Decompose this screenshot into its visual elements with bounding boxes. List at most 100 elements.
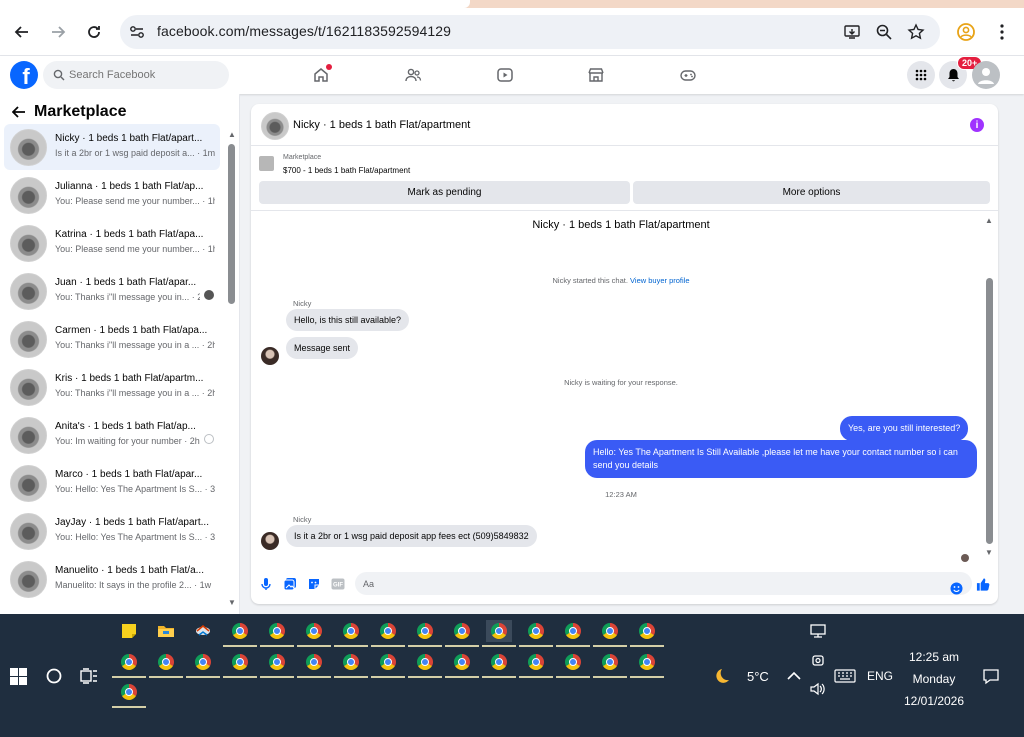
nav-friends[interactable]	[399, 62, 427, 88]
listing-thumbnail[interactable]	[259, 156, 274, 171]
bookmark-star-icon[interactable]	[906, 22, 926, 42]
emoji-icon[interactable]	[949, 581, 963, 595]
sticker-icon[interactable]	[307, 577, 321, 591]
chrome-window-icon[interactable]	[297, 620, 331, 647]
forward-button[interactable]	[44, 18, 72, 46]
chrome-window-icon[interactable]	[519, 651, 553, 678]
back-button[interactable]	[8, 18, 36, 46]
chrome-window-icon[interactable]	[334, 620, 368, 647]
input-language[interactable]: ENG	[867, 669, 893, 683]
notifications-center-icon[interactable]	[978, 665, 1004, 687]
menu-button[interactable]	[907, 61, 935, 89]
active-tab[interactable]	[0, 0, 470, 8]
chrome-window-icon[interactable]	[334, 651, 368, 678]
chrome-window-icon[interactable]	[260, 651, 294, 678]
conversation-item[interactable]: Julianna · 1 beds 1 bath Flat/ap... You:…	[4, 172, 220, 218]
search-input[interactable]	[69, 69, 219, 81]
scroll-up-icon[interactable]: ▲	[985, 216, 993, 225]
install-app-icon[interactable]	[842, 22, 862, 42]
chrome-window-icon[interactable]	[371, 620, 405, 647]
chrome-window-icon[interactable]	[112, 681, 146, 708]
zoom-icon[interactable]	[874, 22, 894, 42]
chrome-window-icon[interactable]	[186, 651, 220, 678]
account-avatar[interactable]	[972, 61, 1000, 89]
conversation-item[interactable]: JayJay · 1 beds 1 bath Flat/apart... You…	[4, 508, 220, 554]
view-buyer-profile-link[interactable]: View buyer profile	[630, 276, 689, 285]
incoming-message[interactable]: Is it a 2br or 1 wsg paid deposit app fe…	[286, 525, 537, 547]
nav-video[interactable]	[491, 62, 519, 88]
chrome-window-icon[interactable]	[371, 651, 405, 678]
chrome-window-icon[interactable]	[630, 651, 664, 678]
browser-menu-button[interactable]	[988, 18, 1016, 46]
facebook-logo-icon[interactable]: f	[10, 61, 38, 89]
chrome-window-icon[interactable]	[519, 620, 553, 647]
weather-temperature[interactable]: 5°C	[747, 669, 769, 684]
scroll-up-icon[interactable]: ▲	[228, 130, 236, 139]
chrome-window-icon[interactable]	[223, 620, 257, 647]
chrome-window-icon[interactable]	[408, 651, 442, 678]
chat-scrollbar[interactable]	[986, 278, 993, 544]
outgoing-message[interactable]: Yes, are you still interested?	[840, 416, 969, 441]
weather-moon-icon[interactable]	[712, 665, 738, 687]
search-button[interactable]	[41, 665, 67, 687]
mark-pending-button[interactable]: Mark as pending	[259, 181, 630, 204]
chrome-window-icon[interactable]	[445, 620, 479, 647]
sender-avatar[interactable]	[261, 347, 279, 365]
scroll-down-icon[interactable]: ▼	[228, 598, 236, 607]
chat-avatar[interactable]	[261, 112, 289, 140]
microphone-icon[interactable]	[259, 577, 273, 591]
nav-gaming[interactable]	[674, 62, 702, 88]
sender-avatar[interactable]	[261, 532, 279, 550]
gif-icon[interactable]: GIF	[331, 577, 345, 591]
chrome-window-icon[interactable]	[445, 651, 479, 678]
conversation-scrollbar[interactable]	[228, 144, 235, 304]
reload-button[interactable]	[80, 18, 108, 46]
facebook-search[interactable]	[43, 61, 229, 89]
meet-now-camera-icon[interactable]	[805, 649, 831, 671]
chrome-window-icon[interactable]	[297, 651, 331, 678]
network-app-icon[interactable]	[190, 620, 216, 642]
volume-icon[interactable]	[805, 678, 831, 700]
taskbar-clock[interactable]: 12:25 am Monday 12/01/2026	[898, 646, 970, 712]
conversation-item[interactable]: Anita's · 1 beds 1 bath Flat/ap... You: …	[4, 412, 220, 458]
touch-keyboard-icon[interactable]	[832, 665, 858, 687]
chrome-window-icon-active[interactable]	[482, 620, 516, 647]
conversation-item[interactable]: Manuelito · 1 beds 1 bath Flat/a... Manu…	[4, 556, 220, 602]
conversation-item[interactable]: Nicky · 1 beds 1 bath Flat/apart... Is i…	[4, 124, 220, 170]
network-monitor-icon[interactable]	[805, 620, 831, 642]
chrome-window-icon[interactable]	[408, 620, 442, 647]
message-input[interactable]	[355, 572, 972, 595]
more-options-button[interactable]: More options	[633, 181, 990, 204]
listing-price[interactable]: $700 - 1 beds 1 bath Flat/apartment	[283, 166, 410, 175]
scroll-down-icon[interactable]: ▼	[985, 548, 993, 557]
chat-title[interactable]: Nicky · 1 beds 1 bath Flat/apartment	[293, 119, 470, 131]
conversation-item[interactable]: Marco · 1 beds 1 bath Flat/apar... You: …	[4, 460, 220, 506]
thumbs-up-icon[interactable]	[976, 577, 990, 591]
chrome-window-icon[interactable]	[482, 651, 516, 678]
address-bar[interactable]: facebook.com/messages/t/1621183592594129	[120, 15, 940, 49]
conversation-item[interactable]: Katrina · 1 beds 1 bath Flat/apa... You:…	[4, 220, 220, 266]
chrome-window-icon[interactable]	[556, 651, 590, 678]
sticky-notes-icon[interactable]	[116, 620, 142, 642]
conversation-item[interactable]: Carmen · 1 beds 1 bath Flat/apa... You: …	[4, 316, 220, 362]
info-icon[interactable]: i	[970, 118, 984, 132]
start-button[interactable]	[5, 665, 31, 687]
nav-marketplace[interactable]	[582, 62, 610, 88]
profile-button[interactable]	[952, 18, 980, 46]
outgoing-message[interactable]: Hello: Yes The Apartment Is Still Availa…	[585, 440, 977, 478]
incoming-message[interactable]: Hello, is this still available?	[286, 309, 410, 331]
chrome-window-icon[interactable]	[149, 651, 183, 678]
chrome-window-icon[interactable]	[112, 651, 146, 678]
conversation-item[interactable]: Kris · 1 beds 1 bath Flat/apartm... You:…	[4, 364, 220, 410]
chrome-window-icon[interactable]	[630, 620, 664, 647]
chrome-window-icon[interactable]	[260, 620, 294, 647]
chrome-window-icon[interactable]	[556, 620, 590, 647]
back-arrow-icon[interactable]	[12, 105, 26, 119]
url-text[interactable]: facebook.com/messages/t/1621183592594129	[157, 23, 451, 39]
file-explorer-icon[interactable]	[153, 620, 179, 642]
chrome-window-icon[interactable]	[223, 651, 257, 678]
conversation-item[interactable]: Juan · 1 beds 1 bath Flat/apar... You: T…	[4, 268, 220, 314]
tray-overflow-chevron-icon[interactable]	[781, 665, 807, 687]
task-view-button[interactable]	[76, 665, 102, 687]
photo-icon[interactable]	[283, 577, 297, 591]
